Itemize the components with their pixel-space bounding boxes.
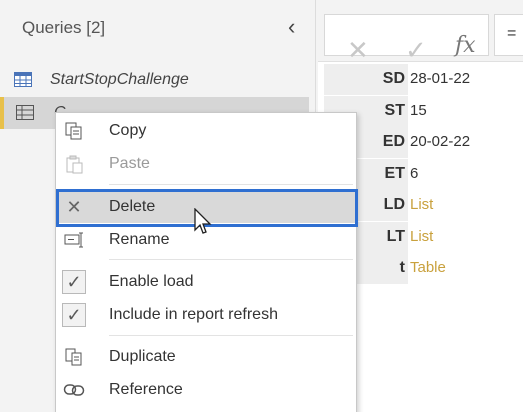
menu-label-enable-load: Enable load [109, 273, 194, 290]
menu-label-reference: Reference [109, 381, 183, 398]
table-grid-icon [16, 105, 34, 120]
formula-buttons: ✕ ✓ fx [324, 14, 489, 65]
menu-separator [109, 335, 353, 336]
checkbox-checked-icon: ✓ [62, 270, 86, 294]
record-value: 15 [410, 101, 427, 119]
menu-label-duplicate: Duplicate [109, 348, 176, 365]
chevron-left-icon[interactable]: ‹ [288, 14, 295, 40]
mouse-cursor-icon [194, 208, 212, 234]
link-icon [62, 379, 86, 401]
menu-item-copy[interactable]: Copy [56, 115, 356, 147]
menu-item-reference[interactable]: Reference [56, 374, 356, 406]
paste-icon [62, 153, 86, 175]
checkbox-checked-icon: ✓ [62, 303, 86, 327]
menu-label-include-refresh: Include in report refresh [109, 306, 278, 323]
record-row: SD 28-01-22 [324, 64, 523, 96]
query-item-startstopchallenge[interactable]: StartStopChallenge [0, 64, 309, 96]
record-value-link[interactable]: Table [410, 259, 446, 276]
close-icon[interactable]: ✕ [347, 35, 369, 66]
menu-item-enable-load[interactable]: ✓ Enable load [56, 266, 356, 298]
record-value-link[interactable]: List [410, 228, 433, 245]
record-value: 20-02-22 [410, 133, 471, 150]
duplicate-icon [62, 346, 86, 368]
menu-item-duplicate[interactable]: Duplicate [56, 341, 356, 373]
record-key: SD [324, 64, 408, 95]
menu-separator [109, 259, 353, 260]
rename-icon [62, 229, 86, 251]
equals-sign: = [507, 25, 517, 42]
include-refresh-checkbox-wrap: ✓ [62, 303, 86, 327]
record-value: 28-01-22 [410, 70, 471, 87]
menu-label-copy: Copy [109, 122, 147, 139]
menu-item-paste[interactable]: Paste [56, 148, 356, 180]
queries-title: Queries [2] [22, 18, 106, 37]
menu-separator [109, 184, 353, 185]
fx-icon[interactable]: fx [455, 33, 476, 58]
check-icon[interactable]: ✓ [405, 35, 427, 66]
record-value: 6 [410, 164, 419, 182]
formula-toolbar: ✕ ✓ fx = [318, 0, 523, 65]
record-value-link[interactable]: List [410, 196, 433, 213]
menu-label-rename: Rename [109, 231, 170, 248]
table-icon [14, 72, 32, 87]
copy-icon [62, 120, 86, 142]
menu-label-paste: Paste [109, 155, 150, 172]
formula-bar[interactable]: = [494, 14, 523, 56]
context-menu: Copy Paste ✕ Delete Rename ✓ Enable load… [55, 112, 358, 412]
query-label: StartStopChallenge [50, 71, 189, 88]
enable-load-checkbox-wrap: ✓ [62, 270, 86, 294]
menu-item-include-refresh[interactable]: ✓ Include in report refresh [56, 299, 356, 331]
